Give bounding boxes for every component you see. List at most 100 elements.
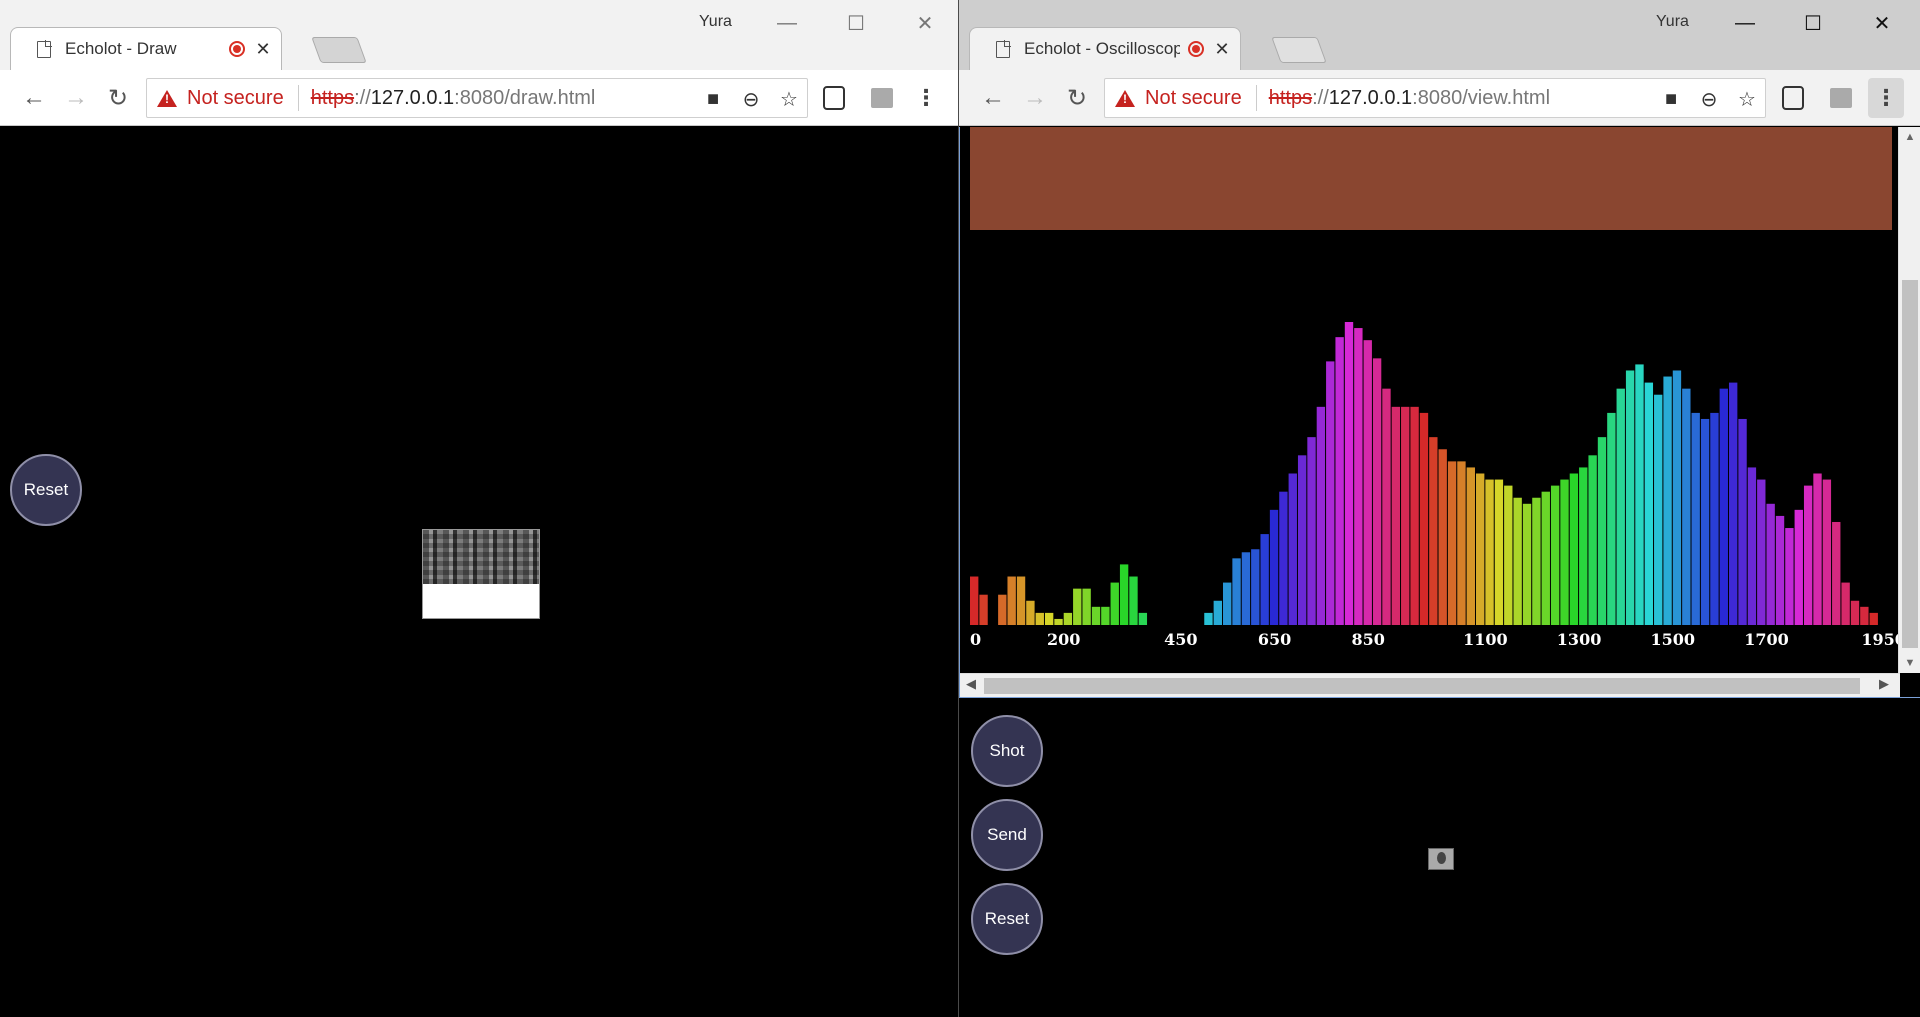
histogram-bar bbox=[1026, 600, 1035, 625]
histogram-bar bbox=[1016, 576, 1026, 625]
forward-arrow-icon[interactable]: → bbox=[1021, 84, 1049, 112]
extension-bulb-icon[interactable] bbox=[820, 84, 848, 112]
scrollbar-thumb[interactable] bbox=[1902, 280, 1918, 648]
minimize-icon[interactable]: — bbox=[1725, 10, 1765, 36]
new-tab-button[interactable] bbox=[311, 37, 367, 63]
histogram-bar bbox=[1860, 606, 1869, 625]
reset-button[interactable]: Reset bbox=[971, 883, 1043, 955]
url-text[interactable]: https://127.0.0.1:8080/view.html bbox=[1269, 87, 1550, 110]
star-icon[interactable]: ☆ bbox=[1735, 87, 1759, 111]
histogram-bar bbox=[1672, 370, 1682, 625]
zoom-out-icon[interactable]: ⊖ bbox=[739, 87, 763, 111]
histogram-bar bbox=[1044, 612, 1054, 625]
vertical-scrollbar[interactable]: ▲ ▼ bbox=[1898, 127, 1920, 673]
maximize-icon[interactable]: ☐ bbox=[1793, 10, 1833, 36]
histogram-bar bbox=[1635, 364, 1644, 625]
histogram-bar bbox=[1316, 406, 1326, 625]
histogram-bar bbox=[1372, 358, 1382, 625]
profile-name[interactable]: Yura bbox=[1656, 13, 1689, 31]
histogram-chart: 0 200 450 650 850 1100 1300 1500 1700 1950 bbox=[970, 322, 1900, 649]
profile-name[interactable]: Yura bbox=[699, 13, 732, 31]
scroll-up-icon[interactable]: ▲ bbox=[1899, 131, 1920, 143]
histogram-bar bbox=[1728, 382, 1738, 625]
window-close-icon[interactable]: ✕ bbox=[1862, 10, 1902, 36]
url-text[interactable]: https://127.0.0.1:8080/draw.html bbox=[311, 87, 596, 110]
zoom-out-icon[interactable]: ⊖ bbox=[1697, 87, 1721, 111]
histogram-frame: 0 200 450 650 850 1100 1300 1500 1700 1950 ▲ ▼ ◀ … bbox=[959, 127, 1920, 698]
histogram-bar bbox=[1335, 337, 1344, 625]
histogram-bar bbox=[1579, 467, 1588, 625]
histogram-bar bbox=[1850, 600, 1860, 625]
warning-icon bbox=[1115, 89, 1135, 107]
histogram-bar bbox=[1410, 406, 1419, 625]
send-button[interactable]: Send bbox=[971, 799, 1043, 871]
x-tick-label: 650 bbox=[1258, 630, 1291, 649]
shot-button[interactable]: Shot bbox=[971, 715, 1043, 787]
x-tick-label: 200 bbox=[1047, 630, 1080, 649]
address-bar[interactable]: Not secure https://127.0.0.1:8080/draw.h… bbox=[146, 78, 808, 118]
security-label[interactable]: Not secure bbox=[187, 87, 284, 110]
scrollbar-thumb[interactable] bbox=[984, 678, 1860, 694]
x-tick-label: 1950 bbox=[1861, 630, 1900, 649]
histogram-bar bbox=[1588, 455, 1597, 625]
draw-canvas[interactable]: Reset bbox=[0, 127, 958, 1017]
scroll-left-icon[interactable]: ◀ bbox=[966, 676, 976, 692]
new-tab-button[interactable] bbox=[1271, 37, 1327, 63]
minimize-icon[interactable]: — bbox=[767, 10, 807, 36]
extension-bulb-icon[interactable] bbox=[1779, 84, 1807, 112]
extension-icon[interactable] bbox=[1827, 84, 1855, 112]
recording-icon bbox=[1188, 41, 1204, 57]
kebab-menu-icon[interactable]: ⋮ bbox=[1868, 78, 1904, 118]
histogram-bar bbox=[1035, 612, 1044, 625]
x-tick-label: 450 bbox=[1164, 630, 1197, 649]
oscilloscope-page: 0 200 450 650 850 1100 1300 1500 1700 1950 ▲ ▼ ◀ … bbox=[959, 127, 1920, 1017]
histogram-bar bbox=[1288, 473, 1297, 625]
histogram-bar bbox=[1504, 485, 1513, 625]
histogram-bar bbox=[1682, 388, 1691, 625]
scroll-right-icon[interactable]: ▶ bbox=[1879, 676, 1889, 692]
extension-icon[interactable] bbox=[868, 84, 896, 112]
window-close-icon[interactable]: ✕ bbox=[905, 10, 945, 36]
histogram-bar bbox=[970, 576, 979, 625]
histogram-bar bbox=[1447, 461, 1457, 625]
security-label[interactable]: Not secure bbox=[1145, 87, 1242, 110]
x-tick-label: 0 bbox=[970, 630, 981, 649]
kebab-menu-icon[interactable]: ⋮ bbox=[912, 84, 940, 112]
address-bar[interactable]: Not secure https://127.0.0.1:8080/view.h… bbox=[1104, 78, 1766, 118]
histogram-bar bbox=[1522, 503, 1532, 625]
histogram-bar bbox=[1073, 588, 1082, 625]
histogram-bar bbox=[1710, 412, 1719, 625]
star-icon[interactable]: ☆ bbox=[777, 87, 801, 111]
back-arrow-icon[interactable]: ← bbox=[979, 84, 1007, 112]
histogram-bar bbox=[1775, 515, 1785, 625]
page-icon bbox=[37, 39, 52, 58]
reload-icon[interactable]: ↻ bbox=[104, 84, 132, 112]
tab-draw[interactable]: Echolot - Draw ✕ bbox=[10, 27, 282, 70]
histogram-bar bbox=[1625, 370, 1635, 625]
reset-button[interactable]: Reset bbox=[10, 454, 82, 526]
page-icon bbox=[996, 39, 1011, 58]
histogram-bar bbox=[1803, 485, 1813, 625]
camera-icon[interactable]: ■ bbox=[1659, 87, 1683, 111]
forward-arrow-icon[interactable]: → bbox=[62, 84, 90, 112]
recording-icon bbox=[229, 41, 245, 57]
histogram-bar bbox=[1719, 388, 1728, 625]
histogram-bar bbox=[1841, 582, 1850, 625]
scroll-down-icon[interactable]: ▼ bbox=[1899, 657, 1920, 669]
histogram-bar bbox=[1813, 473, 1822, 625]
histogram-bar bbox=[1110, 582, 1119, 625]
histogram-bar bbox=[1700, 418, 1710, 625]
reload-icon[interactable]: ↻ bbox=[1063, 84, 1091, 112]
maximize-icon[interactable]: ☐ bbox=[836, 10, 876, 36]
back-arrow-icon[interactable]: ← bbox=[20, 84, 48, 112]
tab-title: Echolot - Oscilloscope bbox=[1024, 39, 1180, 58]
histogram-bar bbox=[1560, 479, 1569, 625]
tab-oscilloscope[interactable]: Echolot - Oscilloscope ✕ bbox=[969, 27, 1241, 70]
close-icon[interactable]: ✕ bbox=[1214, 39, 1230, 60]
browser-toolbar: ← → ↻ Not secure https://127.0.0.1:8080/… bbox=[0, 70, 958, 126]
histogram-bar bbox=[1241, 552, 1251, 625]
camera-icon[interactable]: ■ bbox=[701, 87, 725, 111]
horizontal-scrollbar[interactable]: ◀ ▶ bbox=[960, 673, 1900, 697]
close-icon[interactable]: ✕ bbox=[255, 39, 271, 60]
x-tick-label: 1700 bbox=[1744, 630, 1789, 649]
